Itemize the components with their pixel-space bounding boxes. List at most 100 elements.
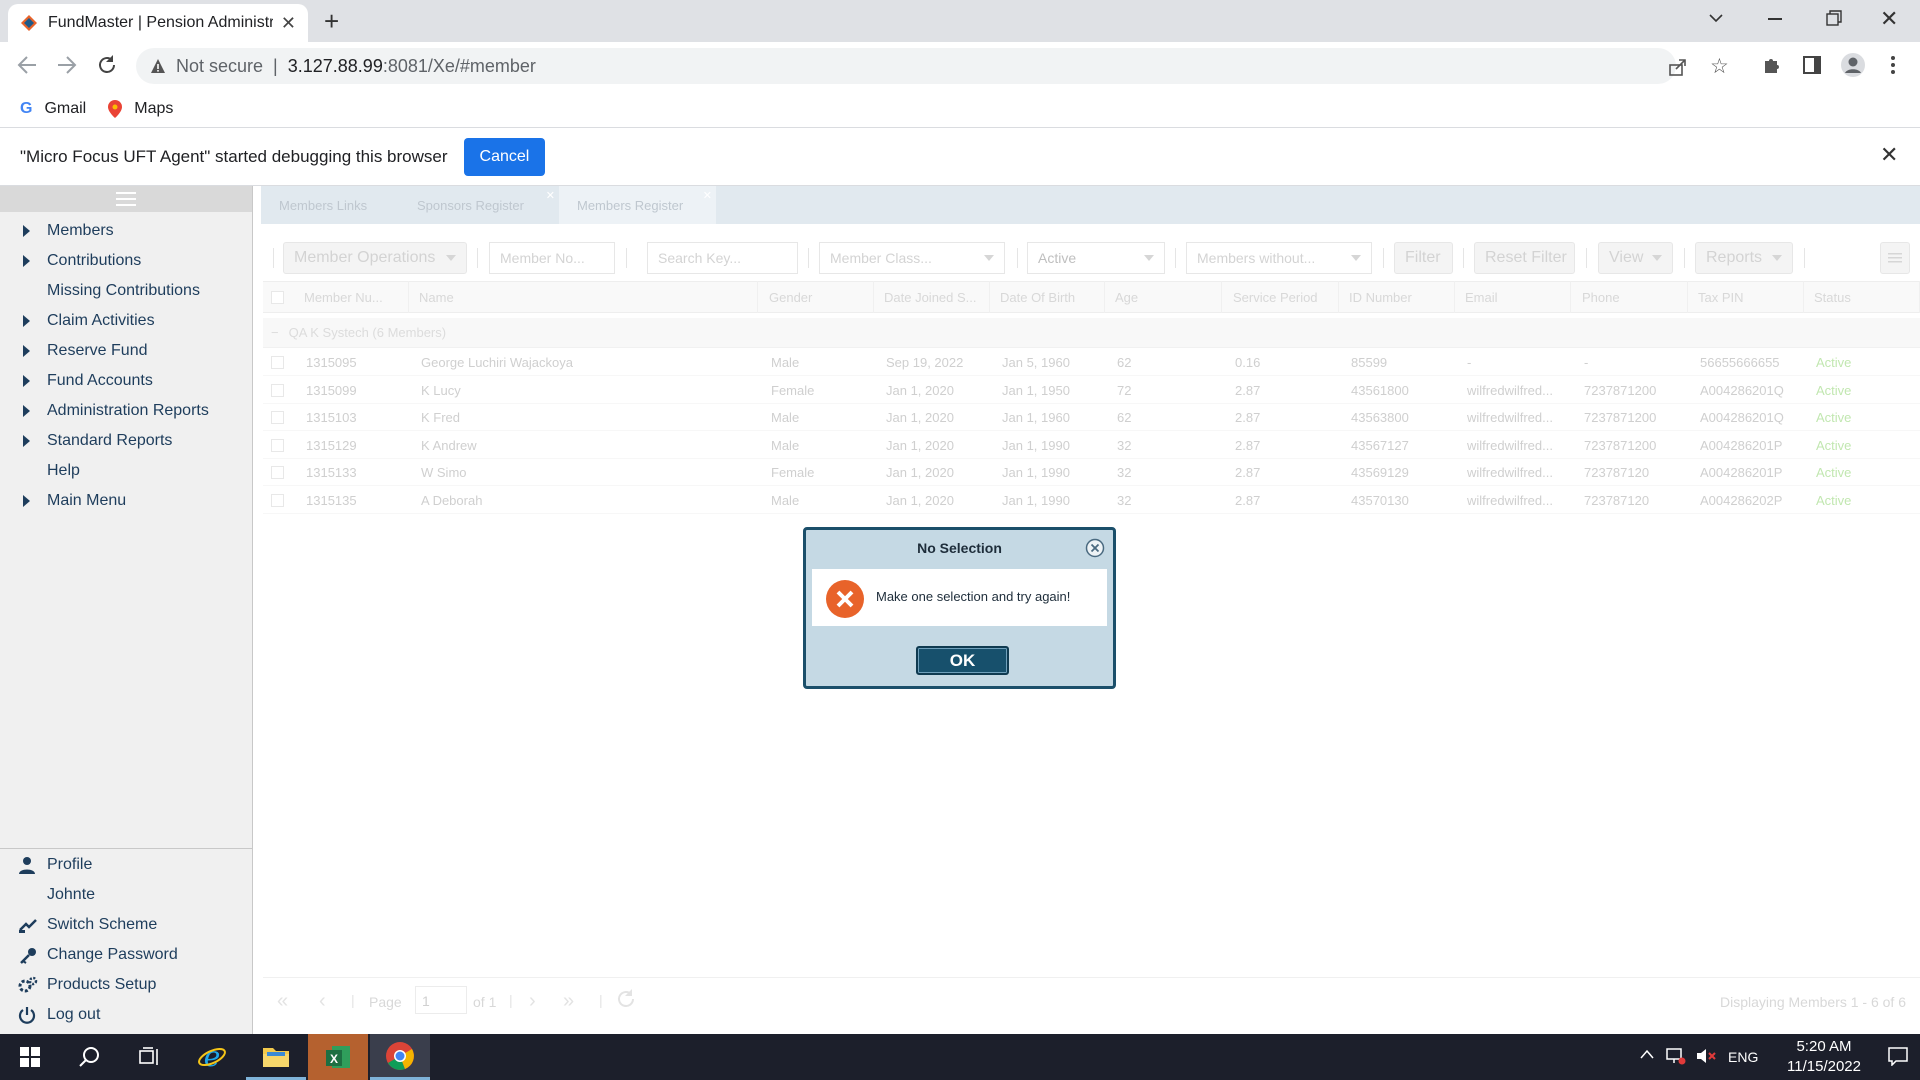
- sidebar-item-label: Claim Activities: [47, 312, 155, 329]
- dialog-message: Make one selection and try again!: [876, 589, 1071, 604]
- debugging-infobar: "Micro Focus UFT Agent" started debuggin…: [0, 128, 1920, 186]
- sidebar-item-administration-reports[interactable]: Administration Reports: [0, 396, 253, 426]
- sidebar-item-missing-contributions[interactable]: Missing Contributions: [0, 276, 253, 306]
- sidebar-bottom-divider: [0, 848, 253, 849]
- share-icon[interactable]: [1668, 57, 1688, 77]
- sidebar-username: Johnte: [0, 880, 253, 910]
- omnibox[interactable]: Not secure | 3.127.88.99 :8081/Xe/#membe…: [136, 48, 1729, 84]
- dialog-title: No Selection: [917, 540, 1002, 556]
- sidebar-item-label: Reserve Fund: [47, 342, 148, 359]
- network-icon[interactable]: [1666, 1047, 1686, 1065]
- sidebar-item-label: Members: [47, 222, 114, 239]
- hamburger-menu-icon[interactable]: [116, 191, 136, 207]
- sidebar-item-label: Administration Reports: [47, 402, 209, 419]
- sidebar-item-label: Standard Reports: [47, 432, 173, 449]
- tab-search-chevron-icon[interactable]: [1708, 10, 1724, 26]
- windows-start-icon[interactable]: [0, 1034, 60, 1080]
- minimize-window-icon[interactable]: [1768, 18, 1782, 20]
- browser-tab[interactable]: FundMaster | Pension Administra ✕: [8, 4, 308, 42]
- sidebar-item-fund-accounts[interactable]: Fund Accounts: [0, 366, 253, 396]
- logout-label: Log out: [47, 1006, 101, 1023]
- internet-explorer-icon[interactable]: e: [182, 1034, 242, 1080]
- bookmark-gmail[interactable]: G Gmail: [20, 100, 86, 118]
- gears-icon: [18, 976, 38, 994]
- url-divider: |: [273, 55, 278, 76]
- sidebar-profile[interactable]: Profile: [0, 850, 253, 880]
- bookmarks-bar: G Gmail Maps: [0, 90, 1920, 128]
- sidebar-item-contributions[interactable]: Contributions: [0, 246, 253, 276]
- clock-date[interactable]: 11/15/2022: [1780, 1058, 1868, 1075]
- sidebar-item-reserve-fund[interactable]: Reserve Fund: [0, 336, 253, 366]
- taskbar-search-icon[interactable]: [60, 1034, 120, 1080]
- ok-button[interactable]: OK: [916, 646, 1009, 675]
- power-icon: [18, 1006, 36, 1024]
- system-tray: ENG 5:20 AM 11/15/2022: [1636, 1034, 1920, 1080]
- profile-avatar-icon[interactable]: [1840, 52, 1866, 78]
- reload-icon[interactable]: [96, 54, 118, 76]
- bookmark-maps-label: Maps: [134, 99, 174, 117]
- bookmark-star-icon[interactable]: ☆: [1710, 54, 1729, 79]
- expand-arrow-icon: [23, 435, 30, 447]
- expand-arrow-icon: [23, 255, 30, 267]
- tray-chevron-up-icon[interactable]: [1640, 1049, 1654, 1059]
- bookmark-gmail-label: Gmail: [44, 99, 87, 117]
- sidebar-item-label: Contributions: [47, 252, 142, 269]
- browser-tabstrip: FundMaster | Pension Administra ✕ + ✕: [0, 0, 1920, 42]
- task-view-icon[interactable]: [120, 1034, 180, 1080]
- sidebar-change-password[interactable]: Change Password: [0, 940, 253, 970]
- sidebar-item-help[interactable]: Help: [0, 456, 253, 486]
- file-explorer-icon[interactable]: [246, 1034, 306, 1080]
- username-label: Johnte: [47, 886, 96, 903]
- sidebar-header: [0, 186, 252, 212]
- svg-text:e: e: [204, 1042, 221, 1072]
- svg-text:X: X: [330, 1052, 338, 1066]
- sidebar-item-standard-reports[interactable]: Standard Reports: [0, 426, 253, 456]
- expand-arrow-icon: [23, 375, 30, 387]
- back-arrow-icon[interactable]: [16, 54, 38, 76]
- excel-icon[interactable]: X: [308, 1034, 368, 1080]
- browser-menu-icon[interactable]: [1890, 55, 1896, 75]
- change-password-label: Change Password: [47, 946, 178, 963]
- sidebar-item-members[interactable]: Members: [0, 216, 253, 246]
- dialog-close-icon[interactable]: [1085, 538, 1105, 558]
- google-g-icon: G: [20, 99, 33, 117]
- sidebar-item-main-menu[interactable]: Main Menu: [0, 486, 253, 516]
- expand-arrow-icon: [23, 345, 30, 357]
- bookmark-maps[interactable]: Maps: [108, 99, 174, 118]
- infobar-message: "Micro Focus UFT Agent" started debuggin…: [20, 146, 448, 166]
- language-indicator[interactable]: ENG: [1728, 1049, 1758, 1065]
- expand-arrow-icon: [23, 225, 30, 237]
- extensions-puzzle-icon[interactable]: [1762, 55, 1782, 75]
- clock-time[interactable]: 5:20 AM: [1784, 1038, 1864, 1055]
- maps-pin-icon: [108, 99, 123, 118]
- switch-scheme-label: Switch Scheme: [47, 916, 158, 933]
- sidebar-item-label: Help: [47, 462, 80, 479]
- sidebar-switch-scheme[interactable]: Switch Scheme: [0, 910, 253, 940]
- warning-triangle-icon: [150, 58, 166, 74]
- error-icon: [825, 579, 865, 619]
- url-path: :8081/Xe/#member: [382, 55, 536, 76]
- switch-scheme-icon: [18, 916, 38, 934]
- tab-close-icon[interactable]: ✕: [281, 13, 296, 34]
- forward-arrow-icon[interactable]: [56, 54, 78, 76]
- sidebar-products-setup[interactable]: Products Setup: [0, 970, 253, 1000]
- not-secure-label[interactable]: Not secure: [176, 56, 263, 77]
- infobar-cancel-button[interactable]: Cancel: [463, 137, 546, 176]
- key-icon: [18, 946, 38, 964]
- close-window-icon[interactable]: ✕: [1880, 6, 1898, 32]
- sidebar-item-claim-activities[interactable]: Claim Activities: [0, 306, 253, 336]
- expand-arrow-icon: [23, 405, 30, 417]
- notifications-icon[interactable]: [1888, 1046, 1908, 1066]
- new-tab-icon[interactable]: +: [324, 6, 339, 37]
- dialog-body: Make one selection and try again!: [812, 569, 1107, 626]
- sidebar-item-label: Main Menu: [47, 492, 127, 509]
- side-panel-icon[interactable]: [1802, 55, 1822, 75]
- chrome-icon[interactable]: [370, 1034, 430, 1080]
- expand-arrow-icon: [23, 495, 30, 507]
- restore-window-icon[interactable]: [1826, 10, 1842, 26]
- infobar-close-icon[interactable]: ✕: [1880, 142, 1898, 168]
- sidebar-logout[interactable]: Log out: [0, 1000, 253, 1030]
- no-selection-dialog: No Selection Make one selection and try …: [803, 527, 1116, 689]
- volume-muted-icon[interactable]: [1696, 1047, 1716, 1065]
- sidebar: Members Contributions Missing Contributi…: [0, 186, 253, 1034]
